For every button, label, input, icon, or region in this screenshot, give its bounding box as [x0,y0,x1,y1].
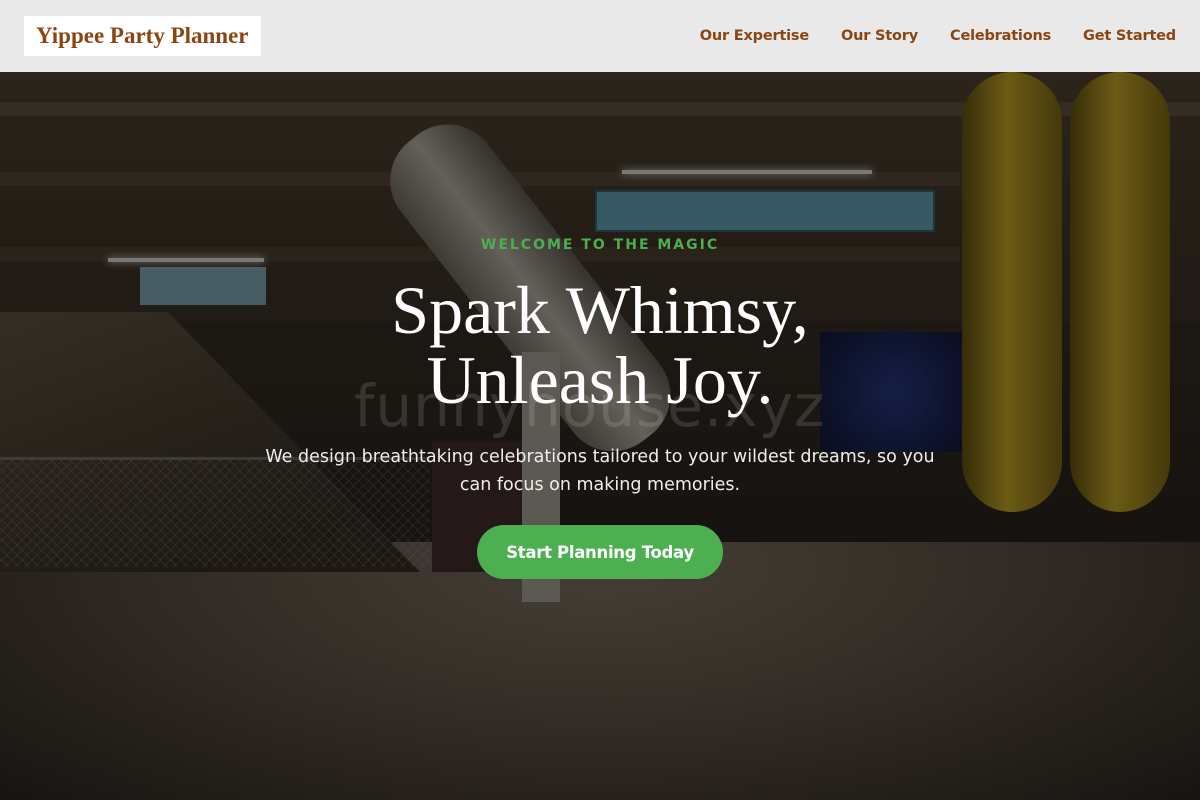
nav-link-get-started[interactable]: Get Started [1083,28,1176,44]
hero-section: funnyhouse.xyz WELCOME TO THE MAGIC Spar… [0,72,1200,800]
nav-link-celebrations[interactable]: Celebrations [950,28,1051,44]
site-header: Yippee Party Planner Our Expertise Our S… [0,0,1200,72]
hero-content: WELCOME TO THE MAGIC Spark Whimsy, Unlea… [0,72,1200,800]
hero-eyebrow: WELCOME TO THE MAGIC [480,237,720,253]
hero-headline: Spark Whimsy, Unleash Joy. [300,275,900,415]
nav-link-our-expertise[interactable]: Our Expertise [700,28,809,44]
headline-line-2: Unleash Joy. [426,342,774,418]
nav-link-our-story[interactable]: Our Story [841,28,918,44]
start-planning-button[interactable]: Start Planning Today [477,525,723,579]
headline-line-1: Spark Whimsy, [391,272,809,348]
hero-subtext: We design breathtaking celebrations tail… [265,447,935,495]
site-logo[interactable]: Yippee Party Planner [24,16,261,56]
main-nav: Our Expertise Our Story Celebrations Get… [700,28,1176,44]
